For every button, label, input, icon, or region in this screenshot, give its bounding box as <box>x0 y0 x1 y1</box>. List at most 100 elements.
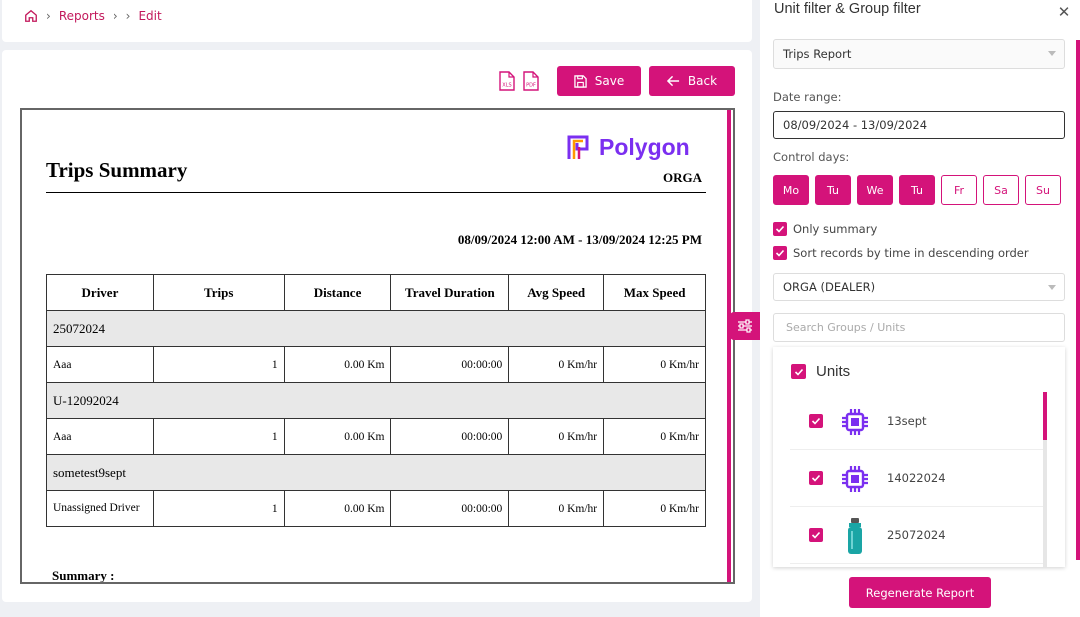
summary-label: Summary : <box>52 568 115 583</box>
regenerate-report-button[interactable]: Regenerate Report <box>849 577 991 608</box>
search-placeholder: Search Groups / Units <box>786 321 906 334</box>
trips-cell: 1 <box>152 418 285 455</box>
report-title: Trips Summary <box>46 158 188 182</box>
close-icon[interactable]: ✕ <box>1056 3 1072 21</box>
unit-item[interactable]: 13sept <box>790 393 1044 450</box>
breadcrumb-edit[interactable]: Edit <box>138 9 161 23</box>
unit-name: 13sept <box>887 414 927 428</box>
report-type-value: Trips Report <box>783 47 852 61</box>
units-label: Units <box>816 363 851 380</box>
chevron-down-icon <box>1048 285 1056 290</box>
panel-title: Unit filter & Group filter <box>774 1 921 17</box>
day-toggle-mo[interactable]: Mo <box>773 175 809 205</box>
group-name: 25072024 <box>46 310 706 347</box>
trips-table: Driver Trips Distance Travel Duration Av… <box>46 274 706 527</box>
polygon-logo: Polygon <box>567 134 690 161</box>
driver-cell: Aaa <box>46 346 154 383</box>
column-header: Avg Speed <box>508 274 605 311</box>
group-row: sometest9sept <box>46 454 706 491</box>
xls-export-icon[interactable]: XLS <box>498 71 516 91</box>
unit-checkbox[interactable] <box>809 414 823 428</box>
panel-scrollbar[interactable] <box>1076 40 1080 560</box>
filter-panel: Unit filter & Group filter ✕ Trips Repor… <box>760 0 1080 617</box>
preview-scrollbar[interactable] <box>727 110 731 582</box>
report-preview[interactable]: Trips Summary Polygon ORGA 08/09/2024 12… <box>20 108 735 584</box>
chevron-down-icon <box>1048 51 1056 56</box>
units-select-all-checkbox[interactable] <box>791 364 806 379</box>
breadcrumb-reports[interactable]: Reports <box>59 9 105 23</box>
date-range-label: Date range: <box>773 90 842 104</box>
table-row: Aaa 1 0.00 Km 00:00:00 0 Km/hr 0 Km/hr <box>46 346 706 383</box>
unit-checkbox[interactable] <box>809 528 823 542</box>
sort-desc-checkbox[interactable] <box>773 246 787 260</box>
chip-icon <box>838 462 872 496</box>
report-org: ORGA <box>663 170 702 185</box>
column-header: Trips <box>152 274 285 311</box>
check-icon <box>775 249 785 257</box>
column-header: Travel Duration <box>390 274 510 311</box>
breadcrumb: › Reports › › Edit <box>24 9 162 23</box>
column-header: Driver <box>46 274 154 311</box>
day-toggle-sa[interactable]: Sa <box>983 175 1019 205</box>
search-input[interactable]: Search Groups / Units <box>773 313 1065 342</box>
day-toggle-th[interactable]: Tu <box>899 175 935 205</box>
chevron-right-icon: › <box>46 9 51 23</box>
save-label: Save <box>594 74 625 88</box>
max-speed-cell: 0 Km/hr <box>603 418 706 455</box>
pdf-export-icon[interactable]: PDF <box>522 71 540 91</box>
sort-desc-option[interactable]: Sort records by time in descending order <box>773 246 1029 260</box>
distance-cell: 0.00 Km <box>283 418 392 455</box>
control-days: Mo Tu We Tu Fr Sa Su <box>773 175 1061 205</box>
group-name: U-12092024 <box>46 382 706 419</box>
group-name: sometest9sept <box>46 454 706 491</box>
breadcrumb-bar: › Reports › › Edit <box>2 0 752 42</box>
report-card: XLS PDF Save Back Trips Summary Polygon … <box>2 50 752 602</box>
chevron-right-icon: › <box>125 9 131 23</box>
check-icon <box>775 225 785 233</box>
distance-cell: 0.00 Km <box>283 490 392 527</box>
check-icon <box>794 368 803 376</box>
home-icon[interactable] <box>24 9 38 23</box>
svg-text:XLS: XLS <box>502 83 511 89</box>
units-scrollbar[interactable] <box>1043 392 1047 567</box>
max-speed-cell: 0 Km/hr <box>603 490 706 527</box>
only-summary-checkbox[interactable] <box>773 222 787 236</box>
unit-item[interactable]: 25072024 <box>790 507 1044 564</box>
unit-checkbox[interactable] <box>809 471 823 485</box>
table-row: Aaa 1 0.00 Km 00:00:00 0 Km/hr 0 Km/hr <box>46 418 706 455</box>
avg-speed-cell: 0 Km/hr <box>508 418 605 455</box>
sort-desc-label: Sort records by time in descending order <box>793 246 1029 260</box>
table-row: Unassigned Driver 1 0.00 Km 00:00:00 0 K… <box>46 490 706 527</box>
trips-cell: 1 <box>152 346 285 383</box>
chip-icon <box>838 405 872 439</box>
save-icon <box>574 74 587 88</box>
check-icon <box>811 474 821 482</box>
day-toggle-tu[interactable]: Tu <box>815 175 851 205</box>
group-select[interactable]: ORGA (DEALER) <box>773 273 1065 301</box>
date-range-value: 08/09/2024 - 13/09/2024 <box>783 118 928 132</box>
units-list: Units 13sept 14022024 25072024 <box>773 347 1065 567</box>
day-toggle-we[interactable]: We <box>857 175 893 205</box>
report-type-select[interactable]: Trips Report <box>773 39 1065 69</box>
trips-cell: 1 <box>152 490 285 527</box>
check-icon <box>811 531 821 539</box>
sliders-icon <box>738 319 752 333</box>
column-header: Max Speed <box>603 274 706 311</box>
max-speed-cell: 0 Km/hr <box>603 346 706 383</box>
filter-toggle-button[interactable] <box>730 312 760 340</box>
day-toggle-su[interactable]: Su <box>1025 175 1061 205</box>
back-button[interactable]: Back <box>649 66 735 96</box>
only-summary-option[interactable]: Only summary <box>773 222 877 236</box>
unit-name: 14022024 <box>887 471 946 485</box>
driver-cell: Aaa <box>46 418 154 455</box>
unit-item[interactable]: 14022024 <box>790 450 1044 507</box>
units-header[interactable]: Units <box>791 363 850 380</box>
day-toggle-fr[interactable]: Fr <box>941 175 977 205</box>
duration-cell: 00:00:00 <box>390 490 510 527</box>
save-button[interactable]: Save <box>557 66 641 96</box>
units-scrollbar-thumb[interactable] <box>1043 392 1047 440</box>
distance-cell: 0.00 Km <box>283 346 392 383</box>
driver-cell: Unassigned Driver <box>46 490 154 527</box>
date-range-input[interactable]: 08/09/2024 - 13/09/2024 <box>773 111 1065 139</box>
chevron-right-icon: › <box>112 9 118 23</box>
